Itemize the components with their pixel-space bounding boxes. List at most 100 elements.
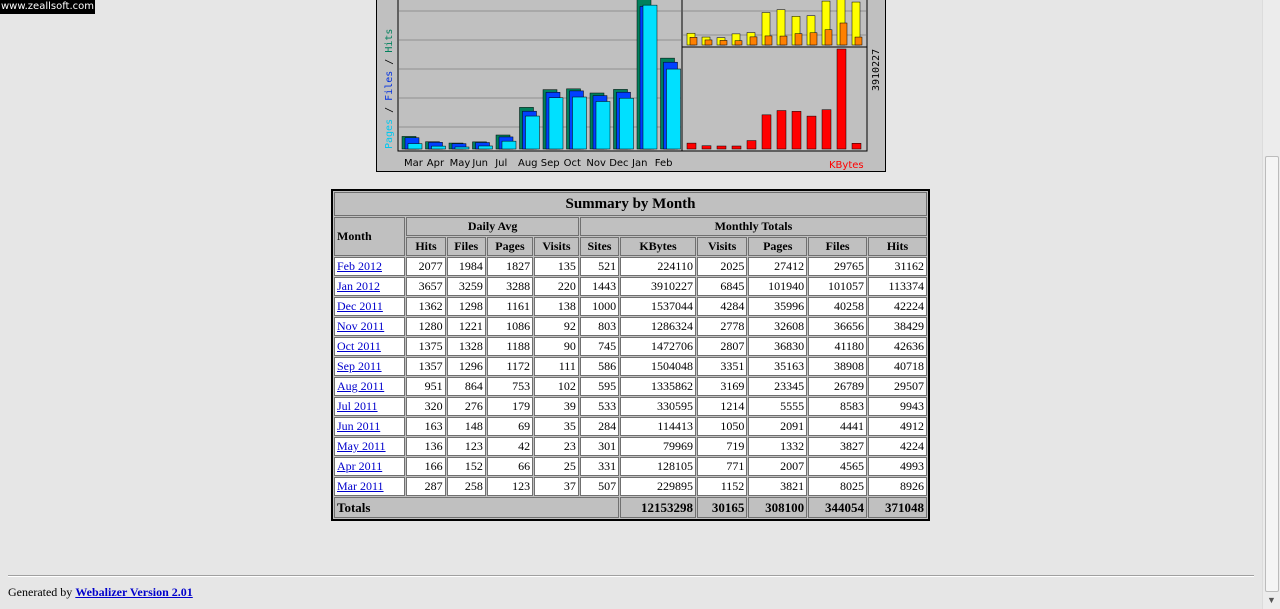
bar-pages (666, 68, 681, 150)
month-link[interactable]: Jan 2012 (337, 279, 380, 293)
bar-pages (595, 101, 611, 150)
cell-pages: 23345 (748, 377, 808, 396)
cell-files: 41180 (808, 337, 868, 356)
cell-visits: 771 (696, 457, 748, 476)
cell-kbytes: 114413 (620, 417, 696, 436)
cell-pages: 3821 (748, 477, 808, 496)
month-link[interactable]: Mar 2011 (337, 479, 384, 493)
cell-d-visits: 92 (534, 317, 579, 336)
month-link[interactable]: Feb 2012 (337, 259, 382, 273)
cell-files: 8025 (808, 477, 868, 496)
cell-d-pages: 69 (486, 417, 534, 436)
cell-visits: 2807 (696, 337, 748, 356)
scroll-down-arrow-icon[interactable]: ▼ (1267, 595, 1276, 605)
bar-pages (431, 145, 446, 150)
col-visits: Visits (696, 237, 748, 256)
totals-files: 344054 (808, 497, 868, 518)
cell-hits: 38429 (868, 317, 927, 336)
cell-d-visits: 39 (534, 397, 579, 416)
table-row: Apr 2011 166 152 66 25 331 128105 771 2007 4565 49… (334, 457, 927, 476)
cell-files: 3827 (808, 437, 868, 456)
scrollbar-thumb[interactable] (1265, 156, 1279, 592)
cell-d-visits: 37 (534, 477, 579, 496)
cell-d-hits: 1362 (406, 297, 446, 316)
cell-d-visits: 25 (534, 457, 579, 476)
totals-hits: 371048 (868, 497, 927, 518)
monthly-totals-header: Monthly Totals (579, 217, 927, 236)
usage-graph-svg: Mar Apr May Jun Jul Aug Sep Oct Nov Dec Jan Feb Pag… (384, 0, 882, 171)
cell-d-files: 1328 (446, 337, 486, 356)
cell-hits: 113374 (868, 277, 927, 296)
cell-d-hits: 287 (406, 477, 446, 496)
cell-sites: 521 (579, 257, 620, 276)
cell-d-files: 1984 (446, 257, 486, 276)
month-tick-label: Nov (586, 158, 606, 169)
cell-kbytes: 79969 (620, 437, 696, 456)
month-link[interactable]: Dec 2011 (337, 299, 383, 313)
totals-label: Totals (334, 497, 620, 518)
cell-d-pages: 1161 (486, 297, 534, 316)
cell-d-files: 123 (446, 437, 486, 456)
cell-files: 36656 (808, 317, 868, 336)
month-tick-label: Jun (471, 158, 488, 169)
month-cell: Apr 2011 (334, 457, 406, 476)
bar-sites (809, 32, 818, 46)
bar-sites (794, 33, 803, 46)
bar-kbytes (701, 145, 712, 150)
month-cell: Jul 2011 (334, 397, 406, 416)
summary-title: Summary by Month (334, 192, 927, 216)
cell-visits: 1214 (696, 397, 748, 416)
month-link[interactable]: Apr 2011 (337, 459, 382, 473)
cell-d-visits: 138 (534, 297, 579, 316)
month-link[interactable]: Jun 2011 (337, 419, 380, 433)
cell-hits: 4993 (868, 457, 927, 476)
cell-pages: 5555 (748, 397, 808, 416)
y-label-sep1: / (384, 101, 395, 119)
bar-sites (779, 35, 788, 46)
cell-files: 40258 (808, 297, 868, 316)
month-link[interactable]: Jul 2011 (337, 399, 378, 413)
cell-sites: 745 (579, 337, 620, 356)
month-link[interactable]: Sep 2011 (337, 359, 382, 373)
cell-d-visits: 35 (534, 417, 579, 436)
bar-kbytes (731, 145, 742, 150)
col-files: Files (808, 237, 868, 256)
cell-d-hits: 136 (406, 437, 446, 456)
cell-kbytes: 1472706 (620, 337, 696, 356)
month-tick-label: Apr (427, 158, 445, 169)
month-link[interactable]: Nov 2011 (337, 319, 384, 333)
table-row: Aug 2011 951 864 753 102 595 1335862 3169 23345 2… (334, 377, 927, 396)
cell-d-hits: 1280 (406, 317, 446, 336)
cell-visits: 719 (696, 437, 748, 456)
webalizer-link[interactable]: Webalizer Version 2.01 (75, 585, 192, 599)
bar-kbytes (791, 111, 802, 150)
cell-d-hits: 951 (406, 377, 446, 396)
cell-d-files: 1296 (446, 357, 486, 376)
cell-d-pages: 3288 (486, 277, 534, 296)
cell-d-visits: 135 (534, 257, 579, 276)
vertical-scrollbar[interactable]: ▼ (1262, 0, 1280, 609)
usage-graph: Mar Apr May Jun Jul Aug Sep Oct Nov Dec Jan Feb Pag… (376, 0, 886, 172)
cell-d-visits: 111 (534, 357, 579, 376)
month-link[interactable]: Oct 2011 (337, 339, 381, 353)
cell-hits: 29507 (868, 377, 927, 396)
cell-sites: 586 (579, 357, 620, 376)
cell-hits: 42636 (868, 337, 927, 356)
cell-visits: 6845 (696, 277, 748, 296)
bar-pages (619, 97, 634, 150)
cell-d-pages: 753 (486, 377, 534, 396)
site-tag: www.zeallsoft.com (0, 0, 96, 14)
bar-kbytes (686, 142, 697, 150)
footer-prefix: Generated by (8, 585, 76, 599)
table-row: Feb 2012 2077 1984 1827 135 521 224110 2025 2741… (334, 257, 927, 276)
col-sites: Sites (579, 237, 620, 256)
month-link[interactable]: Aug 2011 (337, 379, 384, 393)
month-cell: May 2011 (334, 437, 406, 456)
totals-pages: 308100 (748, 497, 808, 518)
month-cell: Mar 2011 (334, 477, 406, 496)
cell-kbytes: 1537044 (620, 297, 696, 316)
cell-visits: 4284 (696, 297, 748, 316)
month-tick-label: Mar (404, 158, 424, 169)
cell-sites: 331 (579, 457, 620, 476)
month-link[interactable]: May 2011 (337, 439, 386, 453)
